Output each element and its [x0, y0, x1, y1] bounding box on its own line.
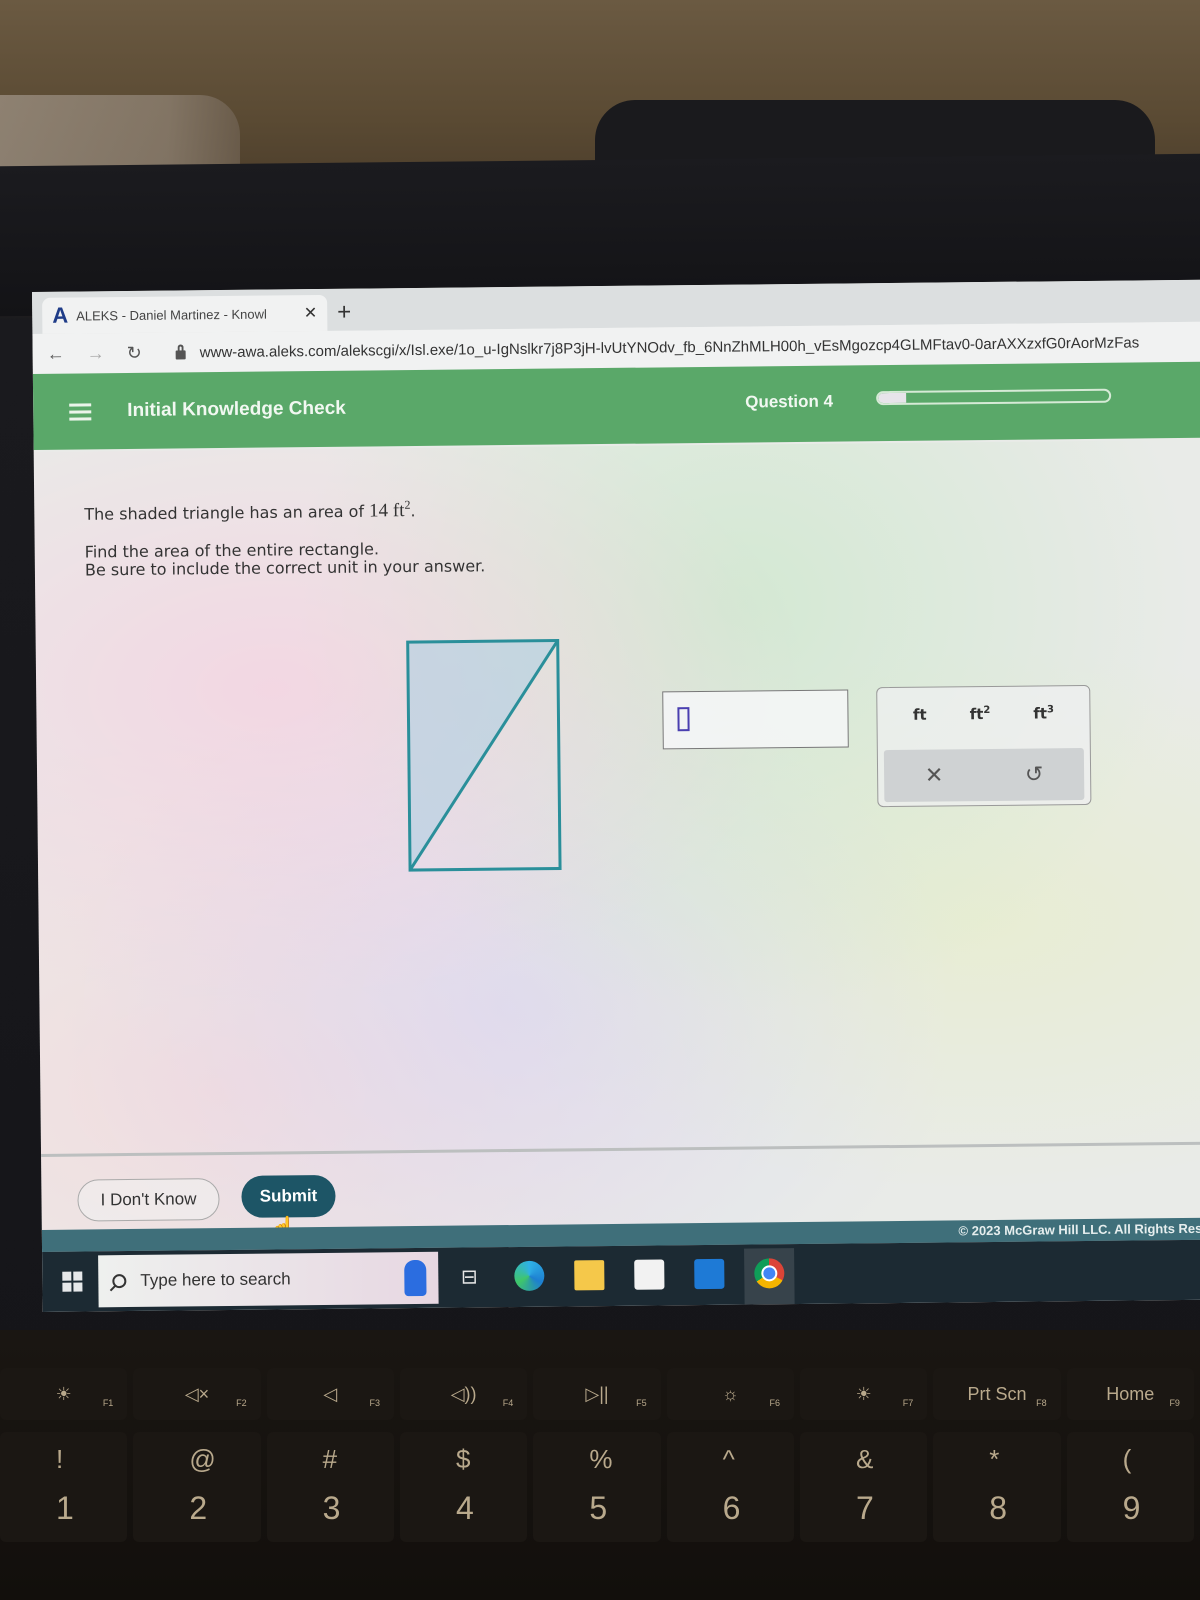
- forward-button[interactable]: →: [87, 343, 105, 364]
- question-statement: The shaded triangle has an area of 14 ft…: [84, 498, 416, 524]
- mail-icon[interactable]: [694, 1258, 725, 1290]
- close-tab-icon[interactable]: ✕: [304, 303, 318, 323]
- number-key[interactable]: ! 1: [0, 1432, 128, 1542]
- area-value: 14 ft2: [369, 498, 411, 522]
- search-placeholder: Type here to search: [140, 1269, 291, 1290]
- unit-ft-button[interactable]: ft: [913, 706, 927, 744]
- file-explorer-icon[interactable]: [574, 1260, 605, 1291]
- undo-icon[interactable]: ↺: [1025, 761, 1044, 787]
- lock-icon: [175, 349, 186, 359]
- aleks-logo-icon: A: [52, 302, 69, 328]
- input-caret: [677, 707, 690, 732]
- number-key[interactable]: $4: [399, 1432, 528, 1542]
- module-title: Initial Knowledge Check: [127, 397, 346, 422]
- number-key[interactable]: ^ 6: [666, 1432, 794, 1542]
- unit-palette: ft ft2 ft3 ✕ ↺: [876, 684, 1092, 808]
- unit-ft2-button[interactable]: ft2: [970, 705, 991, 743]
- function-key[interactable]: ◁ F3: [266, 1368, 394, 1420]
- windows-logo-icon: [62, 1271, 83, 1292]
- number-key[interactable]: & 7: [799, 1432, 928, 1542]
- question-hint: Be sure to include the correct unit in y…: [84, 556, 486, 580]
- function-key[interactable]: ▷|| F5: [533, 1368, 661, 1420]
- microsoft-store-icon[interactable]: [634, 1259, 665, 1290]
- taskbar-search[interactable]: Type here to search: [98, 1251, 439, 1308]
- edge-icon[interactable]: [514, 1260, 545, 1292]
- search-highlight-icon: [404, 1259, 427, 1297]
- unit-ft3-button[interactable]: ft3: [1033, 704, 1054, 742]
- number-key[interactable]: % 5: [533, 1432, 661, 1542]
- palette-actions: ✕ ↺: [883, 748, 1085, 803]
- number-key[interactable]: (9: [1066, 1432, 1194, 1542]
- progress-fill: [878, 392, 906, 404]
- function-key-row: ☀ F1 ◁× F2 ◁ F3 ◁)) F4 ▷|| F5 ☼ F6 ☀ F7 Prt Scn F8 Home F…: [0, 1368, 1200, 1420]
- rectangle-figure: [406, 638, 562, 872]
- function-key[interactable]: Prt Scn F8: [933, 1368, 1061, 1420]
- hamburger-menu-icon[interactable]: [69, 399, 92, 424]
- function-key[interactable]: ☀ F1: [0, 1368, 128, 1420]
- tab-title: ALEKS - Daniel Martinez - Knowl: [76, 306, 267, 324]
- question-area: The shaded triangle has an area of 14 ft…: [34, 438, 1200, 1150]
- number-key[interactable]: @2: [133, 1432, 261, 1542]
- number-key-row: ! 1 @2 #3 $4% 5 ^ 6 & 7 * 8(9: [0, 1432, 1200, 1542]
- progress-bar: [876, 388, 1112, 406]
- copyright-text: © 2023 McGraw Hill LLC. All Rights Reser…: [958, 1220, 1200, 1239]
- function-key[interactable]: ☀ F7: [799, 1368, 928, 1420]
- task-view-icon[interactable]: ⊟: [454, 1261, 484, 1291]
- start-button[interactable]: [52, 1261, 92, 1301]
- url-field[interactable]: www-awa.aleks.com/alekscgi/x/Isl.exe/1o_…: [164, 327, 1200, 368]
- browser-tab[interactable]: A ALEKS - Daniel Martinez - Knowl ✕: [42, 294, 328, 334]
- new-tab-button[interactable]: +: [337, 299, 351, 327]
- number-key[interactable]: * 8: [933, 1432, 1061, 1542]
- screen: A ALEKS - Daniel Martinez - Knowl ✕ + ← …: [32, 279, 1200, 1312]
- search-icon: [112, 1274, 127, 1289]
- chrome-icon[interactable]: [754, 1258, 785, 1289]
- aleks-header: Initial Knowledge Check Question 4: [32, 361, 1200, 450]
- function-key[interactable]: ☼ F6: [666, 1368, 794, 1420]
- url-text: www-awa.aleks.com/alekscgi/x/Isl.exe/1o_…: [199, 333, 1140, 361]
- answer-input[interactable]: [662, 689, 849, 750]
- function-key[interactable]: Home F9: [1066, 1368, 1194, 1420]
- submit-button[interactable]: Submit: [241, 1174, 336, 1218]
- reload-button[interactable]: ↻: [127, 342, 142, 363]
- number-key[interactable]: #3: [266, 1432, 394, 1542]
- windows-taskbar: Type here to search ⊟: [42, 1239, 1200, 1312]
- clear-icon[interactable]: ✕: [925, 762, 944, 788]
- dont-know-button[interactable]: I Don't Know: [77, 1178, 220, 1222]
- function-key[interactable]: ◁× F2: [133, 1368, 261, 1420]
- function-key[interactable]: ◁)) F4: [399, 1368, 528, 1420]
- question-number: Question 4: [745, 391, 834, 412]
- back-button[interactable]: ←: [47, 343, 65, 364]
